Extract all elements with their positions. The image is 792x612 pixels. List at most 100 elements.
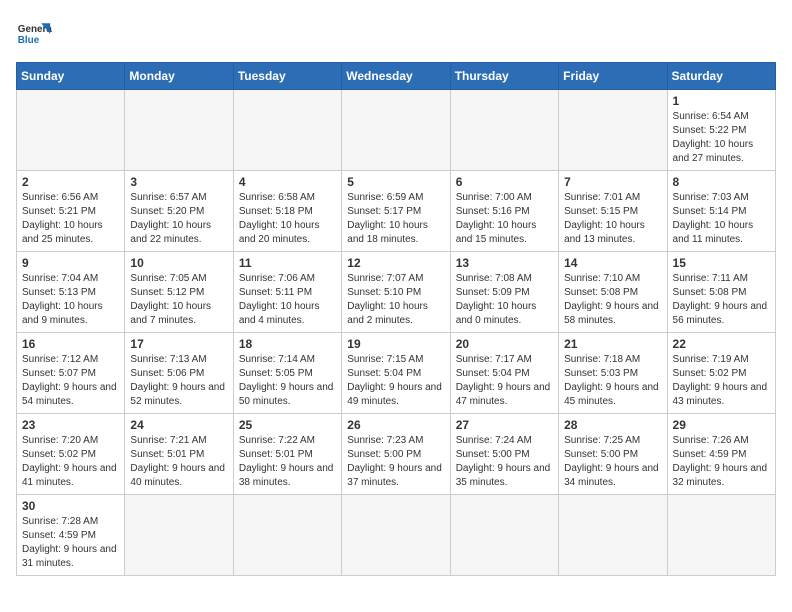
day-number: 18: [239, 337, 336, 351]
day-info: Sunrise: 7:25 AM Sunset: 5:00 PM Dayligh…: [564, 434, 661, 490]
day-info: Sunrise: 7:12 AM Sunset: 5:07 PM Dayligh…: [22, 353, 119, 409]
day-number: 25: [239, 418, 336, 432]
calendar-cell: [667, 495, 775, 576]
calendar-cell: [342, 90, 450, 171]
day-info: Sunrise: 7:17 AM Sunset: 5:04 PM Dayligh…: [456, 353, 553, 409]
day-number: 21: [564, 337, 661, 351]
weekday-header: Thursday: [450, 63, 558, 90]
day-info: Sunrise: 6:57 AM Sunset: 5:20 PM Dayligh…: [130, 191, 227, 247]
logo-icon: General Blue: [16, 16, 52, 52]
calendar-header-row: SundayMondayTuesdayWednesdayThursdayFrid…: [17, 63, 776, 90]
day-info: Sunrise: 7:01 AM Sunset: 5:15 PM Dayligh…: [564, 191, 661, 247]
day-number: 7: [564, 175, 661, 189]
calendar-cell: [450, 90, 558, 171]
calendar-week-row: 1 Sunrise: 6:54 AM Sunset: 5:22 PM Daylig…: [17, 90, 776, 171]
calendar-cell: 23 Sunrise: 7:20 AM Sunset: 5:02 PM Dayli…: [17, 414, 125, 495]
day-number: 12: [347, 256, 444, 270]
calendar-cell: 16 Sunrise: 7:12 AM Sunset: 5:07 PM Dayli…: [17, 333, 125, 414]
day-info: Sunrise: 7:08 AM Sunset: 5:09 PM Dayligh…: [456, 272, 553, 328]
calendar-week-row: 2 Sunrise: 6:56 AM Sunset: 5:21 PM Daylig…: [17, 171, 776, 252]
calendar-cell: 26 Sunrise: 7:23 AM Sunset: 5:00 PM Dayli…: [342, 414, 450, 495]
day-number: 14: [564, 256, 661, 270]
page-header: General Blue: [16, 16, 776, 52]
day-info: Sunrise: 7:24 AM Sunset: 5:00 PM Dayligh…: [456, 434, 553, 490]
calendar-cell: 12Sunrise: 7:07 AM Sunset: 5:10 PM Dayli…: [342, 252, 450, 333]
day-number: 9: [22, 256, 119, 270]
calendar-cell: 22Sunrise: 7:19 AM Sunset: 5:02 PM Dayli…: [667, 333, 775, 414]
calendar-cell: 7 Sunrise: 7:01 AM Sunset: 5:15 PM Daylig…: [559, 171, 667, 252]
calendar-cell: [233, 495, 341, 576]
day-info: Sunrise: 7:05 AM Sunset: 5:12 PM Dayligh…: [130, 272, 227, 328]
calendar-cell: 15 Sunrise: 7:11 AM Sunset: 5:08 PM Dayli…: [667, 252, 775, 333]
calendar-cell: 11 Sunrise: 7:06 AM Sunset: 5:11 PM Dayli…: [233, 252, 341, 333]
calendar-cell: 17 Sunrise: 7:13 AM Sunset: 5:06 PM Dayli…: [125, 333, 233, 414]
day-info: Sunrise: 7:28 AM Sunset: 4:59 PM Dayligh…: [22, 515, 119, 571]
day-number: 17: [130, 337, 227, 351]
calendar-cell: [559, 495, 667, 576]
weekday-header: Sunday: [17, 63, 125, 90]
calendar-cell: 8 Sunrise: 7:03 AM Sunset: 5:14 PM Daylig…: [667, 171, 775, 252]
weekday-header: Tuesday: [233, 63, 341, 90]
calendar-cell: 4Sunrise: 6:58 AM Sunset: 5:18 PM Daylig…: [233, 171, 341, 252]
calendar-cell: 25 Sunrise: 7:22 AM Sunset: 5:01 PM Dayli…: [233, 414, 341, 495]
calendar-cell: 10 Sunrise: 7:05 AM Sunset: 5:12 PM Dayli…: [125, 252, 233, 333]
day-number: 1: [673, 94, 770, 108]
calendar-table: SundayMondayTuesdayWednesdayThursdayFrid…: [16, 62, 776, 576]
day-info: Sunrise: 7:21 AM Sunset: 5:01 PM Dayligh…: [130, 434, 227, 490]
day-number: 2: [22, 175, 119, 189]
day-number: 3: [130, 175, 227, 189]
calendar-cell: 14 Sunrise: 7:10 AM Sunset: 5:08 PM Dayli…: [559, 252, 667, 333]
day-number: 27: [456, 418, 553, 432]
calendar-cell: 30 Sunrise: 7:28 AM Sunset: 4:59 PM Dayli…: [17, 495, 125, 576]
svg-text:Blue: Blue: [18, 35, 40, 46]
day-number: 28: [564, 418, 661, 432]
day-info: Sunrise: 7:13 AM Sunset: 5:06 PM Dayligh…: [130, 353, 227, 409]
calendar-cell: 21 Sunrise: 7:18 AM Sunset: 5:03 PM Dayli…: [559, 333, 667, 414]
day-number: 8: [673, 175, 770, 189]
day-info: Sunrise: 7:18 AM Sunset: 5:03 PM Dayligh…: [564, 353, 661, 409]
calendar-cell: [233, 90, 341, 171]
day-info: Sunrise: 7:23 AM Sunset: 5:00 PM Dayligh…: [347, 434, 444, 490]
day-info: Sunrise: 7:10 AM Sunset: 5:08 PM Dayligh…: [564, 272, 661, 328]
day-number: 30: [22, 499, 119, 513]
day-number: 20: [456, 337, 553, 351]
day-info: Sunrise: 6:58 AM Sunset: 5:18 PM Dayligh…: [239, 191, 336, 247]
calendar-cell: 18 Sunrise: 7:14 AM Sunset: 5:05 PM Dayli…: [233, 333, 341, 414]
weekday-header: Wednesday: [342, 63, 450, 90]
day-info: Sunrise: 7:20 AM Sunset: 5:02 PM Dayligh…: [22, 434, 119, 490]
calendar-cell: [559, 90, 667, 171]
day-info: Sunrise: 7:26 AM Sunset: 4:59 PM Dayligh…: [673, 434, 770, 490]
day-info: Sunrise: 6:54 AM Sunset: 5:22 PM Dayligh…: [673, 110, 770, 166]
weekday-header: Friday: [559, 63, 667, 90]
day-number: 26: [347, 418, 444, 432]
day-number: 13: [456, 256, 553, 270]
day-number: 23: [22, 418, 119, 432]
calendar-cell: 24Sunrise: 7:21 AM Sunset: 5:01 PM Dayli…: [125, 414, 233, 495]
day-number: 19: [347, 337, 444, 351]
calendar-cell: 2 Sunrise: 6:56 AM Sunset: 5:21 PM Daylig…: [17, 171, 125, 252]
day-number: 6: [456, 175, 553, 189]
day-info: Sunrise: 7:11 AM Sunset: 5:08 PM Dayligh…: [673, 272, 770, 328]
day-number: 11: [239, 256, 336, 270]
calendar-cell: 27 Sunrise: 7:24 AM Sunset: 5:00 PM Dayli…: [450, 414, 558, 495]
calendar-week-row: 30 Sunrise: 7:28 AM Sunset: 4:59 PM Dayli…: [17, 495, 776, 576]
day-info: Sunrise: 7:00 AM Sunset: 5:16 PM Dayligh…: [456, 191, 553, 247]
calendar-cell: [450, 495, 558, 576]
day-number: 16: [22, 337, 119, 351]
day-info: Sunrise: 7:14 AM Sunset: 5:05 PM Dayligh…: [239, 353, 336, 409]
calendar-week-row: 23 Sunrise: 7:20 AM Sunset: 5:02 PM Dayli…: [17, 414, 776, 495]
day-info: Sunrise: 7:22 AM Sunset: 5:01 PM Dayligh…: [239, 434, 336, 490]
day-number: 15: [673, 256, 770, 270]
day-info: Sunrise: 7:19 AM Sunset: 5:02 PM Dayligh…: [673, 353, 770, 409]
day-info: Sunrise: 6:56 AM Sunset: 5:21 PM Dayligh…: [22, 191, 119, 247]
day-number: 10: [130, 256, 227, 270]
day-info: Sunrise: 7:06 AM Sunset: 5:11 PM Dayligh…: [239, 272, 336, 328]
calendar-cell: 5Sunrise: 6:59 AM Sunset: 5:17 PM Daylig…: [342, 171, 450, 252]
day-info: Sunrise: 7:15 AM Sunset: 5:04 PM Dayligh…: [347, 353, 444, 409]
calendar-cell: [125, 90, 233, 171]
weekday-header: Saturday: [667, 63, 775, 90]
calendar-cell: 28 Sunrise: 7:25 AM Sunset: 5:00 PM Dayli…: [559, 414, 667, 495]
day-info: Sunrise: 7:03 AM Sunset: 5:14 PM Dayligh…: [673, 191, 770, 247]
calendar-cell: 20 Sunrise: 7:17 AM Sunset: 5:04 PM Dayli…: [450, 333, 558, 414]
calendar-cell: 6 Sunrise: 7:00 AM Sunset: 5:16 PM Daylig…: [450, 171, 558, 252]
